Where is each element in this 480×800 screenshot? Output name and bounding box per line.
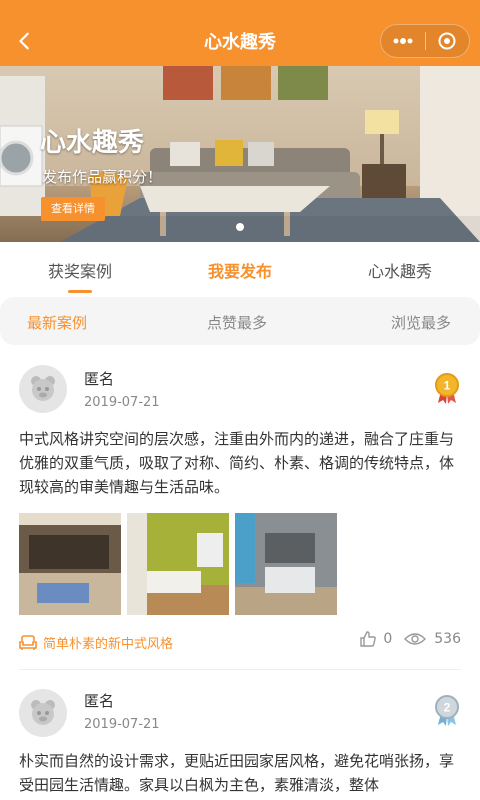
default-avatar-icon	[31, 376, 55, 401]
post-stats: 0 536	[359, 630, 461, 648]
banner-carousel[interactable]: 心水趣秀 发布作品赢积分！ 查看详情	[0, 66, 480, 242]
banner-subtitle: 发布作品赢积分！	[42, 168, 163, 186]
target-circle-icon	[438, 32, 456, 50]
post-image[interactable]	[19, 513, 121, 615]
eye-icon	[404, 633, 427, 645]
post-content: 中式风格讲究空间的层次感，注重由外而内的递进，融合了庄重与优雅的双重气质，吸取了…	[19, 430, 455, 496]
style-tag-label: 简单朴素的新中式风格	[43, 637, 174, 652]
close-mini-program-button[interactable]	[426, 25, 470, 57]
mini-program-capsule	[380, 24, 470, 58]
tab-indicator	[68, 290, 92, 293]
view-details-button[interactable]: 查看详情	[41, 197, 105, 221]
post-date: 2019-07-21	[84, 395, 160, 410]
filter-latest[interactable]: 最新案例	[27, 297, 87, 333]
banner-title: 心水趣秀	[40, 128, 145, 158]
tab-showcase[interactable]: 心水趣秀	[320, 242, 480, 294]
sort-filter-bar: 最新案例 点赞最多 浏览最多	[0, 297, 480, 345]
filter-most-viewed[interactable]: 浏览最多	[391, 297, 451, 333]
thumbs-up-icon[interactable]	[359, 630, 377, 648]
more-dots-icon	[393, 38, 413, 44]
tab-award-cases[interactable]: 获奖案例	[0, 242, 160, 294]
carousel-indicator-dot[interactable]	[236, 223, 244, 231]
post-divider	[19, 669, 461, 670]
sofa-icon	[19, 634, 37, 650]
avatar[interactable]	[19, 689, 67, 737]
author-name: 匿名	[84, 370, 115, 388]
more-button[interactable]	[381, 25, 425, 57]
filter-most-liked[interactable]: 点赞最多	[207, 297, 267, 333]
avatar[interactable]	[19, 365, 67, 413]
medal-rank: 1	[444, 379, 451, 393]
post-image[interactable]	[235, 513, 337, 615]
tab-publish[interactable]: 我要发布	[160, 242, 320, 294]
interior-photo-2	[127, 513, 229, 615]
gold-medal-icon: 1	[435, 373, 459, 404]
post-date: 2019-07-21	[84, 717, 160, 732]
main-tabs: 获奖案例 我要发布 心水趣秀	[0, 242, 480, 294]
view-count: 536	[434, 631, 461, 647]
author-name: 匿名	[84, 692, 115, 710]
post-image[interactable]	[127, 513, 229, 615]
post-content: 朴实而自然的设计需求，更贴近田园家居风格，避免花哨张扬，享受田园生活情趣。家具以…	[19, 752, 455, 794]
interior-photo-3	[235, 513, 337, 615]
post-images	[19, 513, 337, 615]
like-count: 0	[383, 631, 393, 647]
style-tag[interactable]: 简单朴素的新中式风格	[19, 633, 173, 652]
medal-rank: 2	[444, 701, 451, 715]
interior-photo-1	[19, 513, 121, 615]
default-avatar-icon	[31, 700, 55, 725]
silver-medal-icon: 2	[435, 695, 459, 726]
